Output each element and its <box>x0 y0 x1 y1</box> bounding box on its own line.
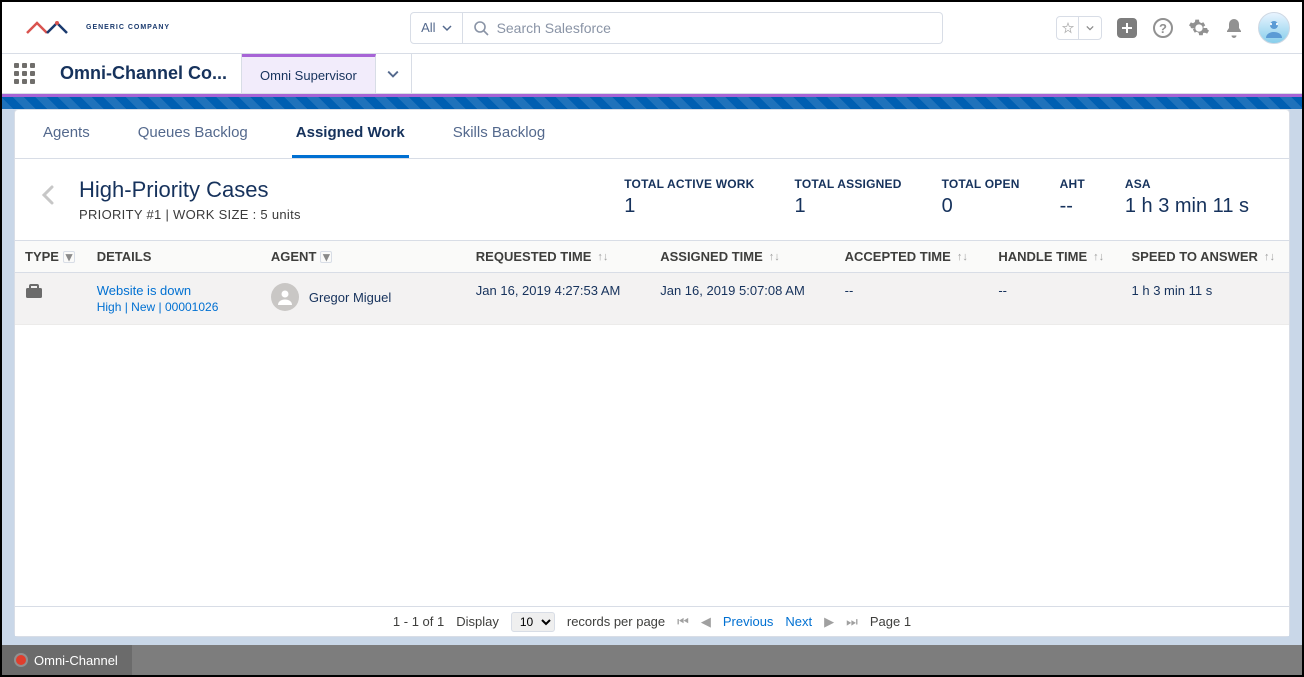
metric-aht: AHT -- <box>1060 177 1085 218</box>
pager-range: 1 - 1 of 1 <box>393 614 444 629</box>
pager-previous[interactable]: Previous <box>723 614 774 629</box>
nav-tab-menu[interactable] <box>376 54 412 93</box>
case-subdetail[interactable]: High | New | 00001026 <box>97 300 251 314</box>
presence-status-icon <box>16 655 26 665</box>
favorites-toggle[interactable] <box>1056 16 1102 40</box>
pager-display-label: Display <box>456 614 499 629</box>
context-bar-background <box>2 97 1302 109</box>
supervisor-card: Agents Queues Backlog Assigned Work Skil… <box>14 109 1290 637</box>
app-name: Omni-Channel Co... <box>46 54 242 93</box>
col-requested[interactable]: REQUESTED TIME↑↓ <box>466 241 650 273</box>
queue-summary: High-Priority Cases PRIORITY #1 | WORK S… <box>15 159 1289 240</box>
app-logo: GENERIC COMPANY <box>22 13 170 43</box>
queue-subtitle: PRIORITY #1 | WORK SIZE : 5 units <box>79 207 301 222</box>
search-icon <box>473 20 489 36</box>
utility-label: Omni-Channel <box>34 653 118 668</box>
utility-bar: Omni-Channel <box>2 645 1302 675</box>
chevron-down-icon <box>1086 24 1094 32</box>
user-avatar[interactable] <box>1258 12 1290 44</box>
search-scope-label: All <box>421 20 435 35</box>
nav-tab-omni-supervisor[interactable]: Omni Supervisor <box>242 54 376 93</box>
cell-requested: Jan 16, 2019 4:27:53 AM <box>466 273 650 325</box>
table-pager: 1 - 1 of 1 Display 10 records per page ⏮… <box>15 606 1289 636</box>
page-size-select[interactable]: 10 <box>511 612 555 632</box>
tab-queues-backlog[interactable]: Queues Backlog <box>134 110 252 158</box>
table-row[interactable]: Website is down High | New | 00001026 Gr… <box>15 273 1289 325</box>
notifications-bell-icon[interactable] <box>1224 17 1244 39</box>
app-nav-bar: Omni-Channel Co... Omni Supervisor <box>2 54 1302 94</box>
chevron-down-icon <box>387 68 399 80</box>
queue-title: High-Priority Cases <box>79 177 301 203</box>
search-scope-dropdown[interactable]: All <box>410 12 462 44</box>
pager-prev-icon[interactable]: ◀ <box>701 614 711 630</box>
cell-agent: Gregor Miguel <box>261 273 466 325</box>
briefcase-icon <box>25 283 43 299</box>
search-input[interactable] <box>463 12 943 44</box>
cell-sta: 1 h 3 min 11 s <box>1122 273 1289 325</box>
add-button[interactable] <box>1116 17 1138 39</box>
app-launcher-icon[interactable] <box>2 54 46 93</box>
cell-details: Website is down High | New | 00001026 <box>87 273 261 325</box>
pager-suffix: records per page <box>567 614 665 629</box>
table-header-row: TYPE▾ DETAILS AGENT▾ REQUESTED TIME↑↓ AS… <box>15 241 1289 273</box>
pager-page-label: Page 1 <box>870 614 911 629</box>
metric-open: TOTAL OPEN 0 <box>942 177 1020 218</box>
queue-metrics: TOTAL ACTIVE WORK 1 TOTAL ASSIGNED 1 TOT… <box>624 177 1265 218</box>
agent-avatar-icon <box>271 283 299 311</box>
setup-gear-icon[interactable] <box>1188 17 1210 39</box>
utility-omni-channel[interactable]: Omni-Channel <box>2 645 132 675</box>
pager-last-icon[interactable]: ⏭ <box>846 614 858 630</box>
logo-text: GENERIC COMPANY <box>86 24 170 31</box>
global-header: GENERIC COMPANY All ? <box>2 2 1302 54</box>
pager-next[interactable]: Next <box>785 614 812 629</box>
agent-name: Gregor Miguel <box>309 290 391 305</box>
global-search: All <box>410 12 942 44</box>
cell-accepted: -- <box>835 273 989 325</box>
svg-text:?: ? <box>1159 21 1167 36</box>
col-type[interactable]: TYPE▾ <box>15 241 87 273</box>
cell-assigned: Jan 16, 2019 5:07:08 AM <box>650 273 834 325</box>
col-handle[interactable]: HANDLE TIME↑↓ <box>988 241 1121 273</box>
pager-next-icon[interactable]: ▶ <box>824 614 834 630</box>
tab-assigned-work[interactable]: Assigned Work <box>292 110 409 158</box>
col-agent[interactable]: AGENT▾ <box>261 241 466 273</box>
pager-first-icon[interactable]: ⏮ <box>677 614 689 630</box>
col-sta[interactable]: SPEED TO ANSWER↑↓ <box>1122 241 1289 273</box>
tab-skills-backlog[interactable]: Skills Backlog <box>449 110 550 158</box>
col-assigned[interactable]: ASSIGNED TIME↑↓ <box>650 241 834 273</box>
case-link[interactable]: Website is down <box>97 283 251 298</box>
col-accepted[interactable]: ACCEPTED TIME↑↓ <box>835 241 989 273</box>
metric-active-work: TOTAL ACTIVE WORK 1 <box>624 177 754 218</box>
metric-asa: ASA 1 h 3 min 11 s <box>1125 177 1249 218</box>
metric-assigned: TOTAL ASSIGNED 1 <box>795 177 902 218</box>
cell-handle: -- <box>988 273 1121 325</box>
main-stage: Agents Queues Backlog Assigned Work Skil… <box>2 109 1302 645</box>
back-button[interactable] <box>39 183 63 207</box>
tab-agents[interactable]: Agents <box>39 110 94 158</box>
col-details[interactable]: DETAILS <box>87 241 261 273</box>
star-icon <box>1062 22 1074 34</box>
cell-type <box>15 273 87 325</box>
header-actions: ? <box>1056 12 1290 44</box>
chevron-down-icon <box>442 23 452 33</box>
help-icon[interactable]: ? <box>1152 17 1174 39</box>
supervisor-tabs: Agents Queues Backlog Assigned Work Skil… <box>15 110 1289 159</box>
assigned-work-table: TYPE▾ DETAILS AGENT▾ REQUESTED TIME↑↓ AS… <box>15 240 1289 325</box>
chevron-left-icon <box>39 183 57 207</box>
